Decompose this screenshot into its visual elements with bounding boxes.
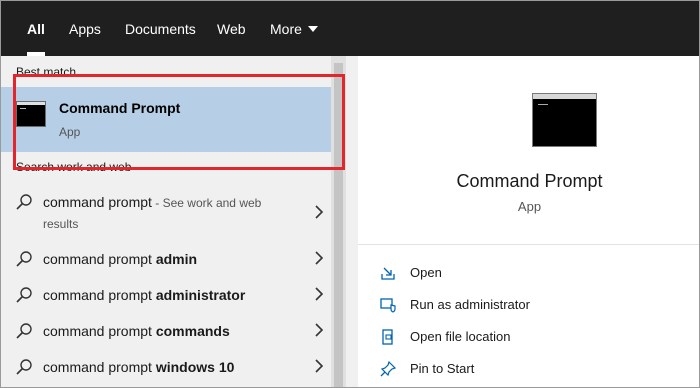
web-result-item[interactable]: command prompt windows 10 bbox=[1, 353, 331, 381]
tab-more-label: More bbox=[270, 21, 302, 37]
web-result-label: command prompt windows 10 bbox=[43, 359, 235, 375]
tab-web[interactable]: Web bbox=[217, 1, 246, 56]
action-open-label: Open bbox=[410, 265, 442, 280]
detail-divider bbox=[358, 244, 699, 245]
action-open-file-location-label: Open file location bbox=[410, 329, 511, 344]
tab-all[interactable]: All bbox=[27, 1, 45, 56]
web-result-label: command prompt - See work and web bbox=[43, 194, 262, 210]
search-icon bbox=[16, 194, 32, 210]
web-result-item[interactable]: command prompt - See work and web result… bbox=[1, 187, 331, 237]
tab-all-label: All bbox=[27, 21, 45, 37]
search-icon bbox=[16, 251, 32, 267]
chevron-right-icon bbox=[315, 205, 324, 219]
chevron-right-icon bbox=[315, 251, 324, 265]
command-prompt-large-icon bbox=[532, 93, 597, 147]
search-scope-tabs: All Apps Documents Web More bbox=[1, 1, 699, 56]
web-result-item[interactable]: command prompt admin bbox=[1, 245, 331, 273]
chevron-right-icon bbox=[315, 359, 324, 373]
web-result-item[interactable]: command prompt commands bbox=[1, 317, 331, 345]
app-name: Command Prompt bbox=[456, 171, 603, 191]
pane-divider bbox=[346, 56, 358, 387]
chevron-right-icon bbox=[315, 323, 324, 337]
action-run-as-administrator-label: Run as administrator bbox=[410, 297, 530, 312]
search-icon bbox=[16, 323, 32, 339]
web-result-item[interactable]: command prompt administrator bbox=[1, 281, 331, 309]
pin-icon bbox=[380, 360, 397, 377]
action-run-as-administrator[interactable]: Run as administrator bbox=[379, 293, 679, 317]
highlight-box bbox=[13, 74, 345, 170]
web-result-label: command prompt commands bbox=[43, 323, 230, 339]
search-icon bbox=[16, 287, 32, 303]
action-pin-to-start[interactable]: Pin to Start bbox=[379, 357, 679, 381]
tab-web-label: Web bbox=[217, 21, 246, 37]
search-icon bbox=[16, 359, 32, 375]
tab-apps[interactable]: Apps bbox=[69, 1, 101, 56]
tab-more[interactable]: More bbox=[270, 1, 318, 56]
tab-documents[interactable]: Documents bbox=[125, 1, 196, 56]
web-result-label: command prompt administrator bbox=[43, 287, 246, 303]
action-open[interactable]: Open bbox=[379, 261, 679, 285]
run-as-admin-icon bbox=[380, 298, 396, 313]
open-icon bbox=[381, 267, 395, 280]
tab-apps-label: Apps bbox=[69, 21, 101, 37]
file-location-icon bbox=[382, 329, 393, 345]
web-result-label: command prompt admin bbox=[43, 251, 198, 267]
chevron-right-icon bbox=[315, 287, 324, 301]
app-type: App bbox=[517, 199, 542, 214]
action-open-file-location[interactable]: Open file location bbox=[379, 325, 679, 349]
search-window: All Apps Documents Web More Best match C… bbox=[0, 0, 700, 388]
action-pin-to-start-label: Pin to Start bbox=[410, 361, 475, 376]
caret-down-icon bbox=[307, 26, 318, 33]
tab-documents-label: Documents bbox=[125, 21, 196, 37]
web-result-label-continued: results bbox=[43, 217, 79, 231]
